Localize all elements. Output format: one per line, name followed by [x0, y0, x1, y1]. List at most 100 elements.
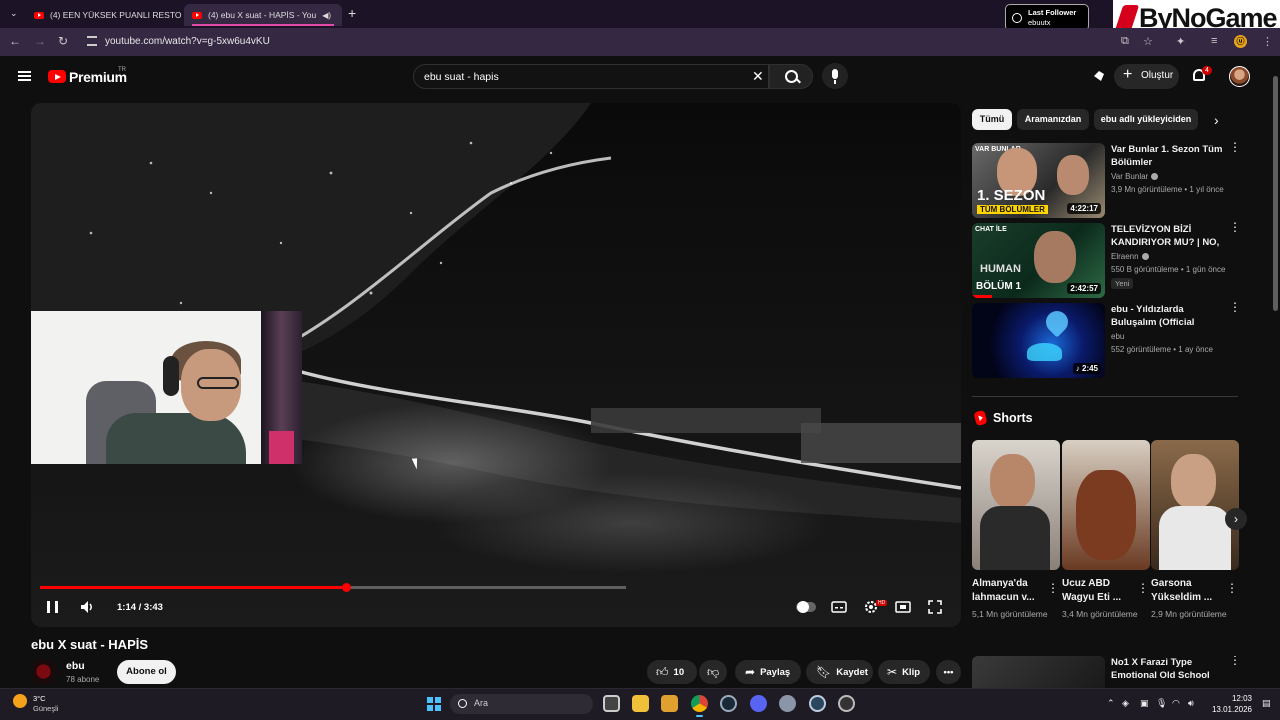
chip-from-uploader[interactable]: ebu adlı yükleyiciden [1094, 109, 1198, 130]
wifi-icon[interactable]: ◠ [1172, 698, 1180, 709]
subtitles-icon[interactable] [831, 599, 847, 615]
recommended-video[interactable]: VAR BUNLAR 1. SEZON TÜM BÖLÜMLER 4:22:17… [972, 141, 1241, 219]
weather-sun-icon[interactable] [13, 694, 27, 708]
discord-icon[interactable] [750, 695, 767, 712]
channel-avatar[interactable] [31, 659, 56, 684]
short-title[interactable]: Ucuz ABD Wagyu Eti ... [1062, 577, 1138, 605]
audio-playing-icon[interactable]: ◀) [322, 11, 331, 20]
back-arrow-icon[interactable]: ← [9, 34, 21, 48]
notification-center-icon[interactable]: ▤ [1262, 698, 1271, 709]
taskbar-clock[interactable]: 12:03 13.01.2026 [1210, 693, 1252, 715]
settings-app-icon[interactable] [779, 695, 796, 712]
steam-alt-icon[interactable] [809, 695, 826, 712]
microphone-icon[interactable]: 🎙︎ [1156, 698, 1167, 709]
video-thumbnail[interactable]: VAR BUNLAR 1. SEZON TÜM BÖLÜMLER 4:22:17 [972, 143, 1105, 218]
channel-name[interactable]: Elraenn [1111, 252, 1149, 261]
channel-name[interactable]: ebu [1111, 332, 1124, 341]
subscribe-button[interactable]: Abone ol [117, 660, 176, 684]
chip-all[interactable]: Tümü [972, 109, 1012, 130]
tray-app-icon[interactable]: ▣ [1140, 698, 1149, 709]
close-tab-icon[interactable]: ✕ [341, 10, 342, 21]
save-button[interactable]: 🔖︎ Kaydet [806, 660, 873, 684]
bookmark-star-icon[interactable]: ☆ [1143, 35, 1153, 48]
file-explorer-icon[interactable] [632, 695, 649, 712]
chevron-right-icon[interactable]: › [1214, 112, 1219, 128]
page-scrollbar[interactable] [1270, 56, 1280, 688]
speaker-icon[interactable]: 🔊︎ [1188, 698, 1194, 709]
chip-from-search[interactable]: Aramanızdan [1017, 109, 1089, 130]
pause-icon[interactable] [47, 601, 58, 613]
more-vertical-icon[interactable]: ⋮ [1137, 581, 1149, 595]
reading-list-icon[interactable]: ≡ [1211, 35, 1217, 47]
reload-icon[interactable]: ↻ [58, 34, 68, 48]
recommended-video[interactable]: CHAT İLE HUMAN BÖLÜM 1 2:42:57 TELEVİZYO… [972, 221, 1241, 299]
more-vertical-icon[interactable]: ⋮ [1229, 221, 1241, 233]
profile-extension-icon[interactable]: ⓤ [1234, 35, 1247, 48]
like-button[interactable]: 👍︎ 10 [647, 660, 697, 684]
more-vertical-icon[interactable]: ⋮ [1229, 141, 1241, 153]
tab-search-chevron-icon[interactable]: ⌄ [10, 8, 18, 19]
youtube-logo-icon[interactable] [48, 70, 66, 83]
video-thumbnail[interactable]: CHAT İLE HUMAN BÖLÜM 1 2:42:57 [972, 223, 1105, 298]
forward-arrow-icon[interactable]: → [34, 34, 46, 48]
autoplay-toggle[interactable] [796, 601, 816, 613]
clear-search-icon[interactable]: ✕ [752, 68, 764, 85]
short-thumbnail[interactable] [972, 440, 1060, 570]
search-input[interactable]: ebu suat - hapis [413, 64, 769, 89]
video-thumbnail[interactable] [972, 656, 1105, 688]
shorts-next-chevron-icon[interactable]: › [1225, 508, 1247, 530]
voice-search-mic-icon[interactable] [822, 63, 848, 89]
menu-hamburger-icon[interactable] [18, 71, 31, 81]
browser-tab-2[interactable]: (4) ebu X suat - HAPİS - You ◀) ✕ [184, 4, 342, 26]
short-title[interactable]: Almanya'da lahmacun v... [972, 577, 1048, 605]
more-actions-button[interactable]: ••• [936, 660, 961, 684]
more-vertical-icon[interactable]: ⋮ [1229, 301, 1241, 313]
extensions-puzzle-icon[interactable]: ✦ [1176, 35, 1185, 48]
task-view-icon[interactable] [603, 695, 620, 712]
video-title[interactable]: ebu - Yıldızlarda Buluşalım (Official Ly… [1111, 303, 1223, 329]
windows-start-icon[interactable] [427, 697, 441, 711]
short-item[interactable]: Almanya'da lahmacun v... 5,1 Mn görüntül… [972, 440, 1060, 621]
volume-icon[interactable] [80, 600, 94, 614]
more-vertical-icon[interactable]: ⋮ [1047, 581, 1059, 595]
recommended-video[interactable]: No1 X Farazi Type Emotional Old School B… [972, 656, 1238, 688]
chrome-icon[interactable] [691, 695, 708, 717]
tray-chevron-icon[interactable]: ⌃ [1107, 698, 1115, 709]
browser-menu-icon[interactable]: ⋮ [1262, 35, 1273, 48]
channel-name[interactable]: Var Bunlar [1111, 172, 1159, 181]
url-field[interactable]: youtube.com/watch?v=g-5xw6u4vKU [105, 36, 270, 47]
taskbar-search-input[interactable]: Ara [450, 694, 593, 714]
short-item[interactable]: Garsona Yükseldim ... 2,9 Mn görüntüleme… [1151, 440, 1239, 621]
short-thumbnail[interactable] [1062, 440, 1150, 570]
short-title[interactable]: Garsona Yükseldim ... [1151, 577, 1227, 605]
video-scrubber-handle[interactable] [341, 583, 351, 592]
new-tab-button[interactable]: + [348, 5, 356, 21]
recommended-video[interactable]: ♪ 2:45 ebu - Yıldızlarda Buluşalım (Offi… [972, 301, 1241, 379]
weather-temperature[interactable]: 3°C [33, 694, 46, 703]
obs-record-icon[interactable] [838, 695, 855, 712]
weather-condition[interactable]: Güneşli [33, 704, 58, 713]
cast-icon[interactable]: ⧉ [1121, 35, 1129, 48]
cast-flag-icon[interactable] [1092, 69, 1106, 83]
video-thumbnail[interactable]: ♪ 2:45 [972, 303, 1105, 378]
steam-icon[interactable] [720, 695, 737, 712]
dislike-button[interactable]: 👎︎ [699, 660, 727, 684]
account-avatar[interactable] [1229, 66, 1250, 87]
share-button[interactable]: ➦ Paylaş [735, 660, 801, 684]
notepad-icon[interactable] [661, 695, 678, 712]
video-title[interactable]: TELEVİZYON BİZİ KANDIRIYOR MU? | NO, I'.… [1111, 223, 1223, 249]
create-button[interactable]: Oluştur [1114, 64, 1179, 89]
short-thumbnail[interactable] [1151, 440, 1239, 570]
browser-tab-1[interactable]: (4) EEN YÜKSEK PUANLI RESTO ✕ [26, 4, 184, 26]
scrollbar-thumb[interactable] [1273, 76, 1278, 311]
more-vertical-icon[interactable]: ⋮ [1229, 656, 1238, 666]
video-title[interactable]: Var Bunlar 1. Sezon Tüm Bölümler [1111, 143, 1223, 169]
tray-app-icon[interactable]: ◈ [1122, 698, 1129, 709]
channel-name[interactable]: ebu [66, 660, 85, 672]
site-info-icon[interactable] [87, 36, 97, 46]
search-button[interactable] [769, 64, 813, 89]
more-vertical-icon[interactable]: ⋮ [1226, 581, 1238, 595]
clip-button[interactable]: ✂ Klip [878, 660, 930, 684]
short-item[interactable]: Ucuz ABD Wagyu Eti ... 3,4 Mn görüntülem… [1062, 440, 1150, 621]
fullscreen-icon[interactable] [927, 599, 943, 615]
